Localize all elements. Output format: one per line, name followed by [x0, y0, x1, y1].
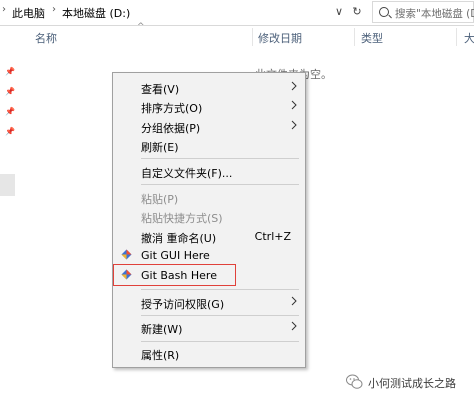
- menu-item-git-gui-here[interactable]: Git GUI Here: [113, 246, 305, 265]
- menu-item-paste-shortcut: 粘贴快捷方式(S): [113, 207, 305, 226]
- column-divider[interactable]: [456, 28, 457, 46]
- menu-item-label: 分组依据(P): [141, 122, 201, 135]
- search-placeholder: 搜索"本地磁盘 (D:)": [395, 8, 474, 20]
- menu-item-properties[interactable]: 属性(R): [113, 344, 305, 363]
- menu-item-view[interactable]: 查看(V): [113, 78, 305, 97]
- menu-item-new[interactable]: 新建(W): [113, 318, 305, 337]
- menu-item-label: 粘贴快捷方式(S): [141, 212, 223, 225]
- column-divider[interactable]: [354, 28, 355, 46]
- menu-item-refresh[interactable]: 刷新(E): [113, 136, 305, 155]
- breadcrumb-separator: ›: [52, 4, 56, 15]
- menu-item-label: 排序方式(O): [141, 102, 203, 115]
- menu-item-undo-rename[interactable]: 撤消 重命名(U) Ctrl+Z: [113, 227, 305, 246]
- menu-separator: [141, 341, 299, 342]
- chevron-right-icon: [291, 81, 297, 91]
- address-bar-row: › 此电脑 › 本地磁盘 (D:) ∨ ↻ 搜索"本地磁盘 (D:)": [0, 0, 474, 26]
- breadcrumb-separator: ›: [2, 4, 6, 15]
- menu-item-label: 刷新(E): [141, 141, 179, 154]
- menu-item-label: 自定义文件夹(F)...: [141, 167, 233, 180]
- menu-item-label: 撤消 重命名(U): [141, 232, 217, 245]
- menu-item-label: 授予访问权限(G): [141, 298, 225, 311]
- pin-icon[interactable]: 📌: [5, 128, 15, 136]
- breadcrumb-local-disk[interactable]: 本地磁盘 (D:): [62, 5, 130, 21]
- menu-item-label: Git GUI Here: [141, 249, 210, 262]
- sort-caret-icon: ^: [137, 22, 145, 32]
- nav-scroll-thumb[interactable]: [0, 174, 15, 196]
- menu-separator: [141, 158, 299, 159]
- watermark: 小何测试成长之路: [346, 373, 470, 393]
- column-header-name[interactable]: 名称: [35, 30, 57, 46]
- column-header-type[interactable]: 类型: [361, 30, 383, 46]
- chevron-right-icon: [291, 100, 297, 110]
- refresh-icon[interactable]: ↻: [348, 3, 366, 21]
- pin-icon[interactable]: 📌: [5, 108, 15, 116]
- git-icon: [121, 249, 132, 260]
- wechat-icon: [346, 374, 363, 389]
- menu-item-shortcut: Ctrl+Z: [254, 230, 291, 243]
- menu-item-group-by[interactable]: 分组依据(P): [113, 117, 305, 136]
- address-bar[interactable]: › 此电脑 › 本地磁盘 (D:) ∨ ↻: [0, 1, 364, 23]
- menu-item-paste: 粘贴(P): [113, 188, 305, 207]
- menu-item-give-access[interactable]: 授予访问权限(G): [113, 293, 305, 312]
- search-input[interactable]: 搜索"本地磁盘 (D:)": [372, 1, 474, 23]
- watermark-text: 小何测试成长之路: [368, 377, 456, 390]
- menu-item-sort-by[interactable]: 排序方式(O): [113, 97, 305, 116]
- address-dropdown-icon[interactable]: ∨: [330, 3, 348, 21]
- menu-item-customize-folder[interactable]: 自定义文件夹(F)...: [113, 162, 305, 181]
- menu-item-label: 新建(W): [141, 323, 183, 336]
- chevron-right-icon: [291, 321, 297, 331]
- chevron-right-icon: [291, 296, 297, 306]
- column-header-size[interactable]: 大: [464, 30, 474, 46]
- menu-separator: [141, 184, 299, 185]
- menu-separator: [141, 315, 299, 316]
- menu-item-label: 属性(R): [141, 349, 180, 362]
- column-divider[interactable]: [252, 28, 253, 46]
- navigation-pane: 📌 📌 📌 📌: [0, 26, 17, 402]
- chevron-right-icon: [291, 120, 297, 130]
- pin-icon[interactable]: 📌: [5, 68, 15, 76]
- breadcrumb-this-pc[interactable]: 此电脑: [12, 5, 45, 21]
- menu-item-label: 查看(V): [141, 83, 180, 96]
- search-icon: [379, 7, 389, 17]
- context-menu: 查看(V) 排序方式(O) 分组依据(P) 刷新(E) 自定义文件夹(F)...…: [112, 72, 306, 368]
- pin-icon[interactable]: 📌: [5, 88, 15, 96]
- menu-separator: [141, 289, 299, 290]
- column-header-modified[interactable]: 修改日期: [258, 30, 302, 46]
- highlight-annotation-box: [113, 264, 236, 286]
- menu-item-label: 粘贴(P): [141, 193, 179, 206]
